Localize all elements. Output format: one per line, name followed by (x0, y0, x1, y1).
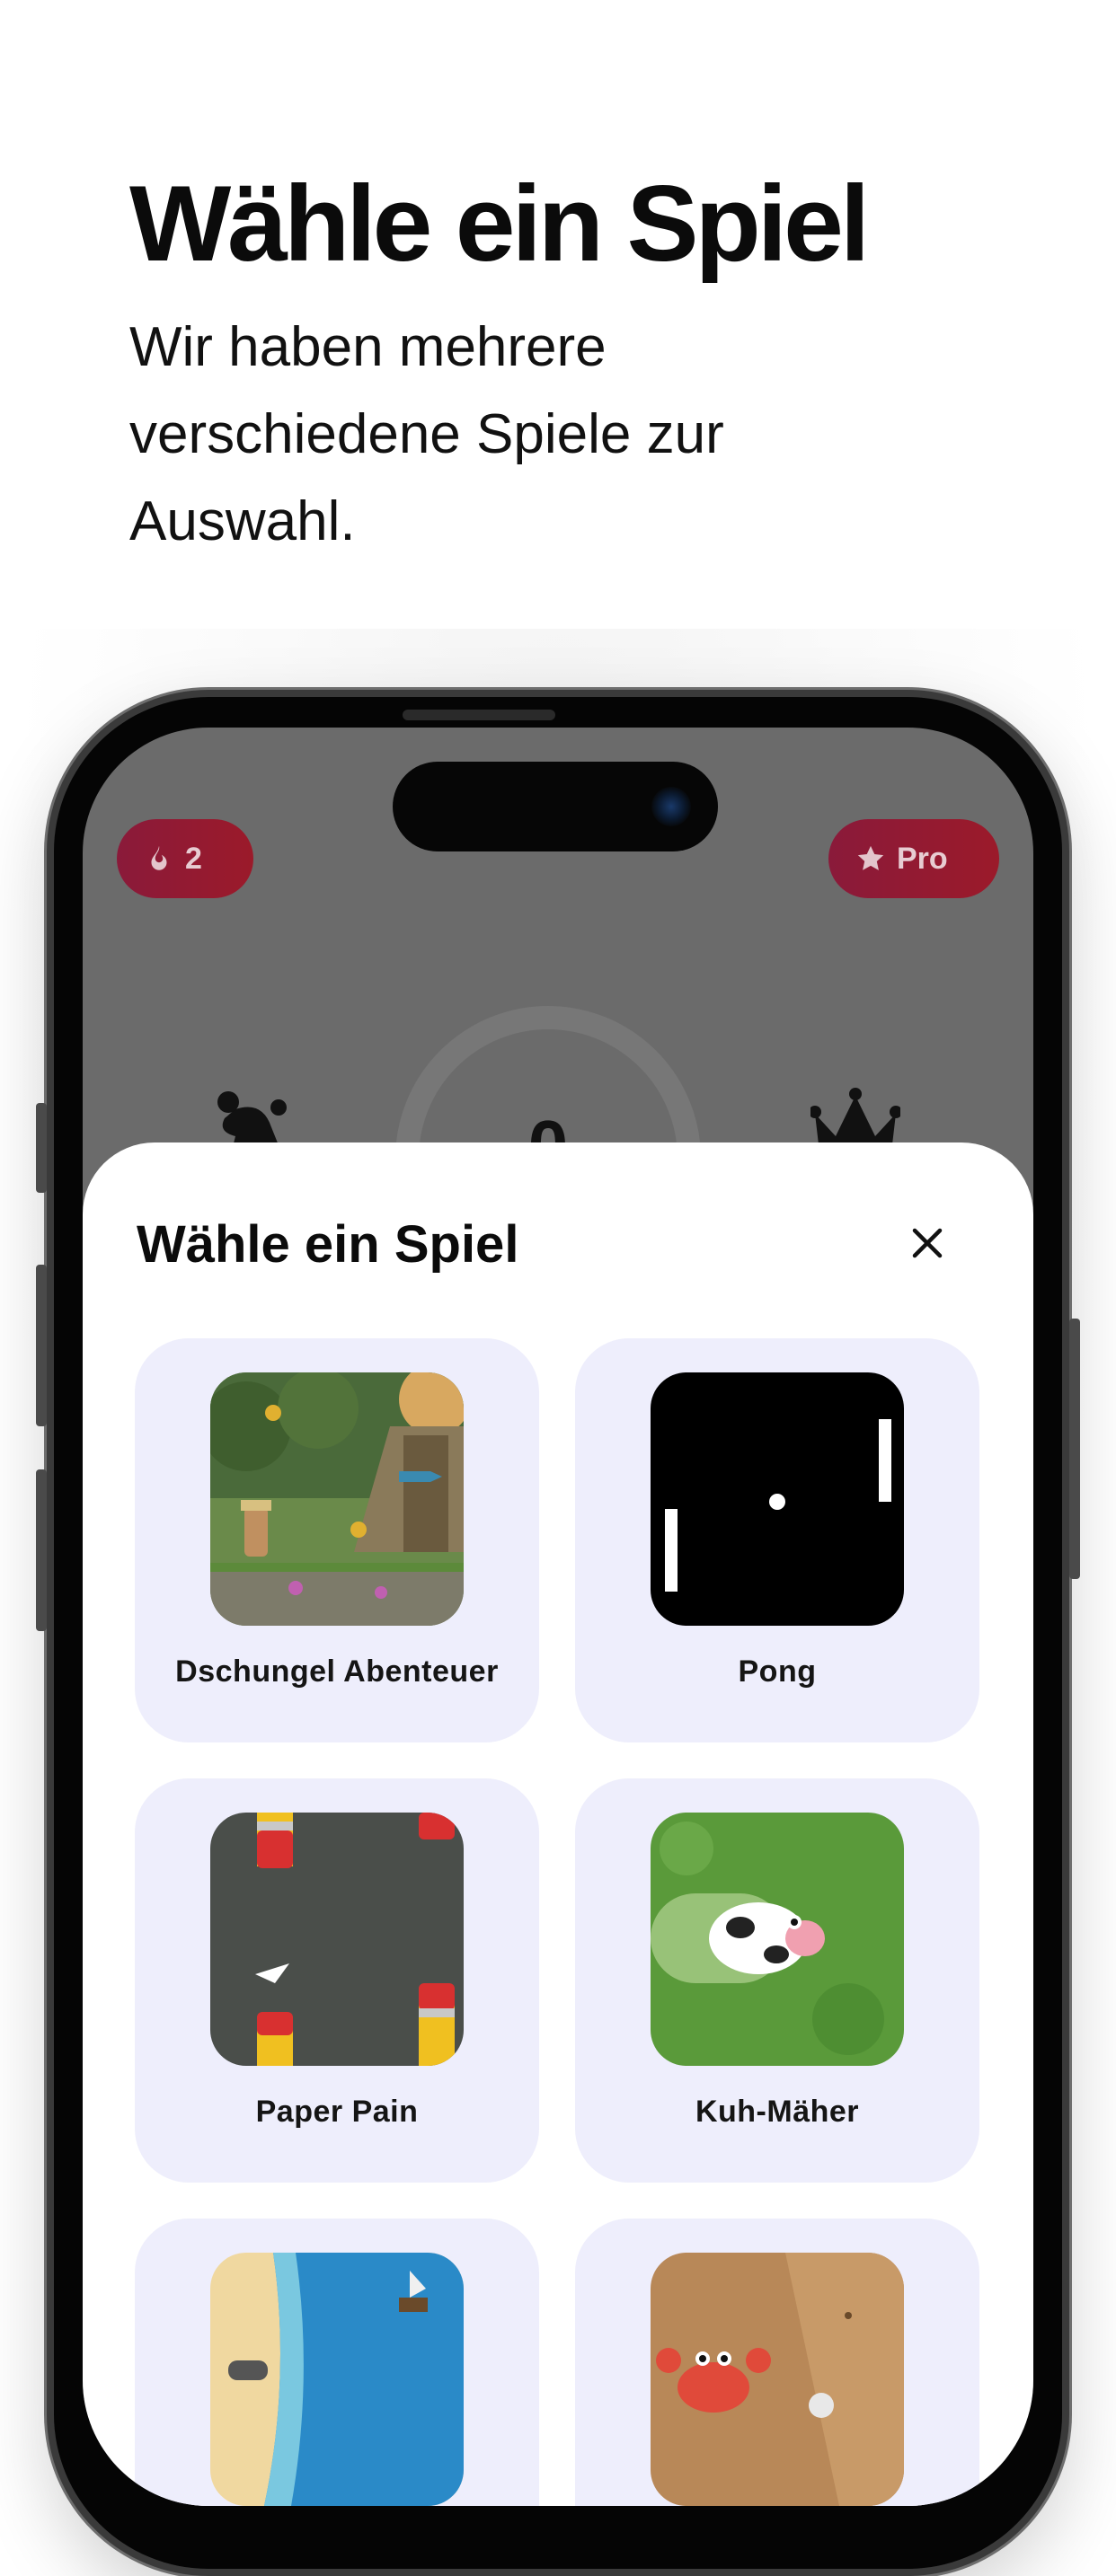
game-label: Pong (738, 1654, 817, 1689)
game-card-6[interactable] (575, 2219, 979, 2506)
close-icon (912, 1228, 943, 1258)
game-label: Kuh-Mäher (695, 2095, 860, 2129)
beach-thumbnail (210, 2253, 464, 2506)
pro-badge[interactable]: Pro (828, 819, 999, 898)
game-label: Dschungel Abenteuer (175, 1654, 499, 1689)
jungle-thumbnail (210, 1372, 464, 1626)
game-grid: Dschungel Abenteuer Pong Paper Pain Kuh-… (135, 1338, 983, 2506)
game-label: Paper Pain (255, 2095, 419, 2129)
phone-volume-down (36, 1469, 47, 1631)
game-card-kuh-maeher[interactable]: Kuh-Mäher (575, 1778, 979, 2183)
sheet-title: Wähle ein Spiel (137, 1215, 519, 1274)
close-button[interactable] (899, 1214, 956, 1272)
pong-thumbnail (651, 1372, 904, 1626)
game-card-pong[interactable]: Pong (575, 1338, 979, 1742)
promo-subline: Wir haben mehrere verschiedene Spiele zu… (129, 316, 724, 552)
flame-icon (151, 845, 167, 870)
dynamic-island (393, 762, 718, 851)
crab-thumbnail (651, 2253, 904, 2506)
game-picker-sheet: Wähle ein Spiel Dschungel Abenteuer Pong… (83, 1142, 1033, 2506)
star-icon (857, 845, 884, 870)
phone-speaker (403, 710, 555, 720)
kuh-maeher-thumbnail (651, 1813, 904, 2066)
phone-power-button (1069, 1319, 1080, 1579)
promo-headline: Wähle ein Spiel (129, 163, 870, 284)
phone-action-button (36, 1103, 47, 1193)
phone-volume-up (36, 1265, 47, 1426)
app-screen: 2 Pro 0 Wähle ein Spiel (83, 728, 1033, 2506)
paper-pain-thumbnail (210, 1813, 464, 2066)
camera-icon (651, 787, 691, 826)
game-card-dschungel-abenteuer[interactable]: Dschungel Abenteuer (135, 1338, 539, 1742)
game-card-paper-pain[interactable]: Paper Pain (135, 1778, 539, 2183)
streak-badge[interactable]: 2 (117, 819, 253, 898)
pro-label: Pro (897, 841, 948, 876)
game-card-5[interactable] (135, 2219, 539, 2506)
streak-count: 2 (185, 841, 202, 876)
